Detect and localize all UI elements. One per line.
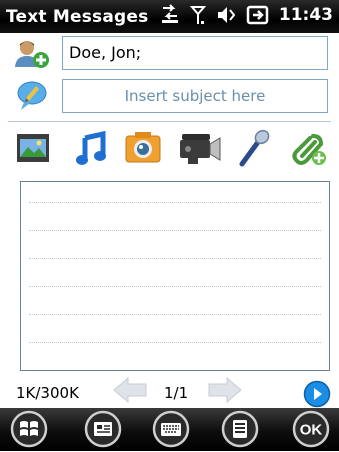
- ruled-line: [29, 342, 321, 343]
- ruled-line: [29, 286, 321, 287]
- signal-icon: [189, 4, 206, 26]
- next-page-icon[interactable]: [207, 376, 243, 408]
- picture-icon[interactable]: [15, 128, 51, 172]
- camera-icon[interactable]: [123, 128, 163, 172]
- page-indicator: 1/1: [164, 384, 189, 402]
- clock: 11:43: [278, 5, 333, 25]
- attachment-toolbar: [0, 128, 339, 172]
- ruled-line: [29, 258, 321, 259]
- data-connection-icon: [159, 4, 181, 26]
- menu-icon[interactable]: [221, 410, 259, 452]
- divider: [8, 121, 331, 122]
- keyboard-icon[interactable]: [152, 410, 190, 452]
- ruled-line: [29, 314, 321, 315]
- message-body-field[interactable]: [20, 181, 330, 371]
- microphone-icon[interactable]: [236, 128, 272, 172]
- message-size-counter: 1K/300K: [16, 384, 79, 402]
- status-icons: 11:43: [159, 4, 333, 26]
- contact-card-icon[interactable]: [84, 410, 122, 452]
- subject-icon: [16, 80, 48, 116]
- ruled-line: [29, 202, 321, 203]
- video-camera-icon[interactable]: [178, 128, 222, 172]
- attach-file-icon[interactable]: [289, 128, 329, 172]
- ruled-line: [29, 230, 321, 231]
- ok-label: OK: [300, 422, 323, 439]
- windows-start-icon[interactable]: [10, 410, 48, 452]
- music-note-icon[interactable]: [74, 128, 108, 172]
- to-field[interactable]: Doe, Jon;: [62, 36, 328, 70]
- battery-charging-icon: [246, 4, 270, 26]
- status-bar: Text Messages 11:43: [0, 0, 339, 33]
- softkey-bar: OK: [0, 408, 339, 451]
- add-contact-icon[interactable]: [14, 39, 50, 73]
- subject-field[interactable]: Insert subject here: [62, 79, 328, 113]
- ok-button[interactable]: OK: [292, 410, 330, 452]
- previous-page-icon[interactable]: [112, 376, 148, 408]
- volume-icon: [215, 4, 237, 26]
- app-title: Text Messages: [6, 6, 149, 27]
